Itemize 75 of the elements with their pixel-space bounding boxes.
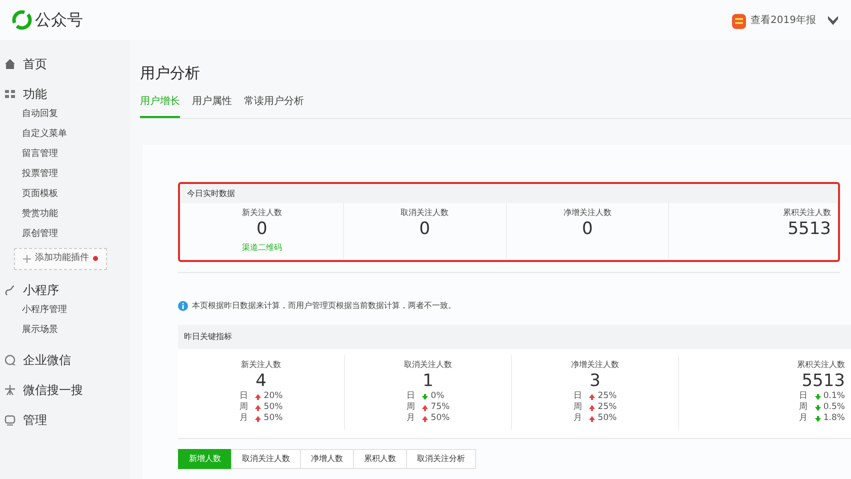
change-percent: 0% xyxy=(430,391,444,402)
change-percent: 50% xyxy=(264,413,283,424)
metric-label: 累积关注人数 xyxy=(796,359,845,371)
period-label: 月 xyxy=(798,413,808,424)
metric-label: 净增关注人数 xyxy=(570,359,620,371)
monitor-icon xyxy=(4,414,16,426)
metric-value: 4 xyxy=(254,371,268,391)
sidebar-section[interactable]: 企业微信 xyxy=(23,350,71,368)
metric-value: 5513 xyxy=(800,371,845,391)
sidebar-item[interactable]: 原创管理 xyxy=(22,229,58,239)
change-percent: 20% xyxy=(264,391,283,402)
metric-value: 0 xyxy=(580,218,594,238)
add-plugin-button[interactable]: 添加功能插件 xyxy=(14,248,107,270)
plus-icon xyxy=(23,254,31,263)
period-label: 日 xyxy=(573,391,582,402)
metric-label: 取消关注人数 xyxy=(400,206,450,218)
tab[interactable]: 常读用户分析 xyxy=(244,94,304,118)
sidebar-item[interactable]: 投票管理 xyxy=(22,169,58,179)
change-percent: 1.8% xyxy=(823,413,845,424)
page-title: 用户分析 xyxy=(140,63,201,84)
logo-icon xyxy=(12,10,32,30)
sidebar-item[interactable]: 赞赏功能 xyxy=(22,209,58,219)
metric-value: 3 xyxy=(588,371,602,391)
chart-tab[interactable]: 取消关注分析 xyxy=(406,448,476,468)
sidebar-item[interactable]: 小程序管理 xyxy=(22,304,67,314)
metric-label: 取消关注人数 xyxy=(403,359,453,371)
metric-value: 5513 xyxy=(786,218,831,238)
period-label: 月 xyxy=(239,413,248,424)
period-label: 周 xyxy=(239,402,248,413)
section-title: 昨日关键指标 xyxy=(184,332,232,341)
sidebar-section[interactable]: 微信搜一搜 xyxy=(23,380,83,398)
change-percent: 25% xyxy=(598,391,617,402)
notice-text: 本页根据昨日数据来计算，而用户管理页根据当前数据计算，两者不一致。 xyxy=(192,300,456,312)
chart-tab[interactable]: 净增人数 xyxy=(300,448,354,468)
period-label: 周 xyxy=(573,402,582,413)
period-label: 周 xyxy=(406,402,416,413)
sidebar-section[interactable]: 首页 xyxy=(23,55,47,73)
metric-label: 新关注人数 xyxy=(240,359,282,371)
period-label: 日 xyxy=(239,391,248,402)
sidebar-section[interactable]: 管理 xyxy=(23,410,47,428)
sidebar-section[interactable]: 功能 xyxy=(23,85,47,103)
info-icon xyxy=(178,301,188,311)
down-arrow-icon xyxy=(422,392,428,400)
annual-report-link[interactable]: 查看2019年报 xyxy=(750,12,816,28)
period-label: 月 xyxy=(573,413,582,424)
change-percent: 50% xyxy=(264,402,283,413)
period-label: 周 xyxy=(798,402,808,413)
period-label: 月 xyxy=(406,413,416,424)
brand-name: 公众号 xyxy=(34,9,83,31)
sidebar-item[interactable]: 自动回复 xyxy=(22,109,58,119)
tab[interactable]: 用户属性 xyxy=(192,94,232,118)
metric-label: 新关注人数 xyxy=(240,206,283,218)
period-label: 日 xyxy=(798,391,808,402)
chart-tab[interactable]: 取消关注人数 xyxy=(231,448,301,468)
metric-label: 净增关注人数 xyxy=(562,206,612,218)
change-percent: 50% xyxy=(430,413,450,424)
change-percent: 0.1% xyxy=(823,391,845,402)
change-percent: 50% xyxy=(598,413,617,424)
grid-icon xyxy=(4,88,16,100)
home-icon xyxy=(4,58,16,70)
change-percent: 0.5% xyxy=(823,402,845,413)
metric-value: 0 xyxy=(418,218,432,238)
section-title: 今日实时数据 xyxy=(187,188,235,198)
sidebar-item[interactable]: 自定义菜单 xyxy=(22,129,67,139)
metric-value: 0 xyxy=(255,218,268,238)
sidebar-section[interactable]: 小程序 xyxy=(23,280,59,298)
sidebar-item[interactable]: 展示场景 xyxy=(22,324,58,334)
period-label: 日 xyxy=(406,391,416,402)
chart-tab[interactable]: 累积人数 xyxy=(353,448,407,468)
metric-label: 累积关注人数 xyxy=(782,206,831,218)
change-percent: 75% xyxy=(430,402,450,413)
change-percent: 25% xyxy=(598,402,617,413)
sidebar-item[interactable]: 留言管理 xyxy=(22,149,58,159)
sidebar-item[interactable]: 页面模板 xyxy=(22,189,58,199)
metric-value: 1 xyxy=(422,371,434,391)
